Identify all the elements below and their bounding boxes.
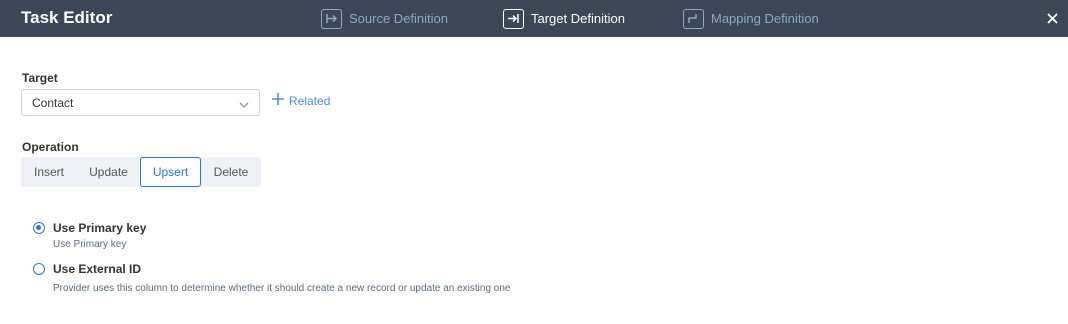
radio-title: Use Primary key xyxy=(53,221,147,235)
target-select[interactable]: Contact xyxy=(21,89,260,116)
close-icon[interactable] xyxy=(1043,8,1061,28)
target-label: Target xyxy=(22,71,58,85)
tab-label: Source Definition xyxy=(349,11,448,26)
task-editor-header: Task Editor Source Definition Target Def… xyxy=(0,0,1068,37)
tab-target-definition[interactable]: Target Definition xyxy=(503,8,625,29)
add-related-button[interactable]: Related xyxy=(272,93,330,108)
target-icon xyxy=(503,8,524,29)
source-icon xyxy=(321,8,342,29)
chevron-down-icon xyxy=(239,98,249,112)
tab-mapping-definition[interactable]: Mapping Definition xyxy=(683,8,819,29)
operation-insert-button[interactable]: Insert xyxy=(21,157,77,187)
radio-button-unchecked[interactable] xyxy=(33,263,45,275)
plus-icon xyxy=(272,93,284,108)
use-external-id-option[interactable]: Use External ID xyxy=(33,262,141,276)
radio-description: Use Primary key xyxy=(53,239,127,250)
radio-title: Use External ID xyxy=(53,262,142,276)
operation-upsert-button[interactable]: Upsert xyxy=(140,157,201,187)
tab-label: Mapping Definition xyxy=(711,11,819,26)
tab-source-definition[interactable]: Source Definition xyxy=(321,8,448,29)
tab-label: Target Definition xyxy=(531,11,625,26)
radio-description: Provider uses this column to determine w… xyxy=(53,283,511,294)
radio-button-checked[interactable] xyxy=(33,222,45,234)
operation-delete-button[interactable]: Delete xyxy=(201,157,261,187)
app-title: Task Editor xyxy=(21,8,113,27)
operation-segmented-control: Insert Update Upsert Delete xyxy=(21,157,261,187)
target-select-value: Contact xyxy=(32,95,74,110)
operation-label: Operation xyxy=(22,140,79,154)
operation-update-button[interactable]: Update xyxy=(77,157,140,187)
mapping-icon xyxy=(683,8,704,29)
related-label: Related xyxy=(289,93,331,108)
use-primary-key-option[interactable]: Use Primary key xyxy=(33,221,146,235)
